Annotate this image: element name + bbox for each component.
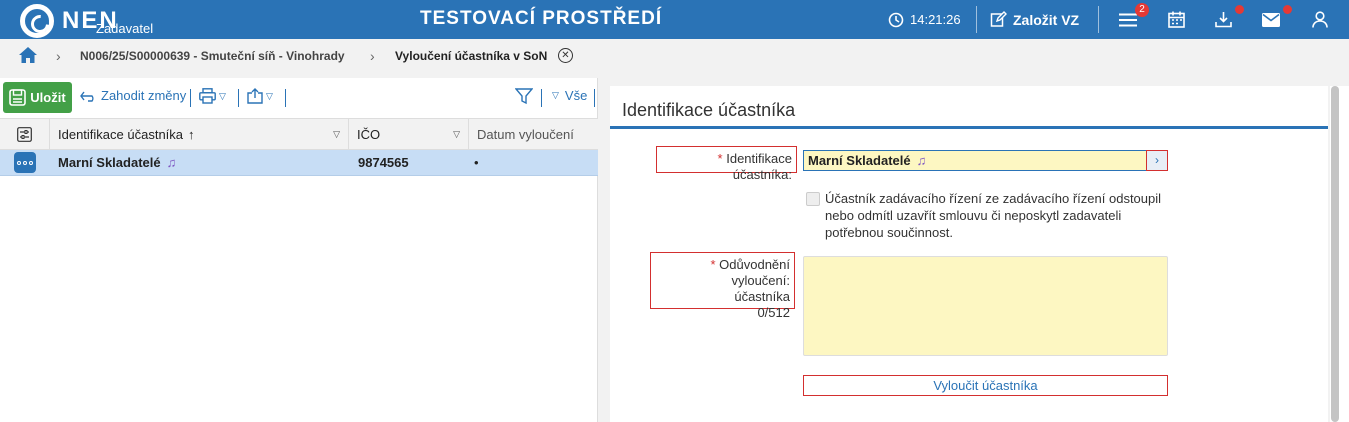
identification-value: Marní Skladatelé <box>808 153 911 168</box>
column-settings-button[interactable] <box>0 119 50 150</box>
reason-label-line1: Odůvodnění vyloučení: <box>719 257 790 288</box>
participant-identification-field[interactable]: Marní Skladatelé ♫ <box>803 150 1168 171</box>
settings-sliders-icon <box>17 127 32 142</box>
withdrew-checkbox-label: Účastník zadávacího řízení ze zadávacího… <box>825 191 1162 240</box>
user-icon <box>1312 11 1328 28</box>
breadcrumb: › N006/25/S00000639 - Smuteční síň - Vin… <box>0 39 1349 72</box>
separator <box>190 89 191 107</box>
breadcrumb-procedure-link[interactable]: N006/25/S00000639 - Smuteční síň - Vinoh… <box>80 49 345 63</box>
home-button[interactable] <box>19 47 37 66</box>
column-filter-icon[interactable]: ▽ <box>333 129 340 140</box>
filter-all-label: Vše <box>564 88 588 103</box>
user-button[interactable] <box>1310 0 1330 39</box>
filter-button[interactable] <box>515 88 533 105</box>
chevron-right-icon: › <box>56 48 61 64</box>
participant-name: Marní Skladatelé <box>58 155 161 170</box>
column-filter-icon[interactable]: ▽ <box>453 129 460 140</box>
discard-changes-button[interactable]: Zahodit změny <box>80 88 186 103</box>
filter-all-dropdown[interactable]: ▽ Vše <box>552 88 587 103</box>
separator <box>238 89 239 107</box>
scrollbar-thumb[interactable] <box>1331 86 1339 422</box>
caret-down-icon: ▽ <box>266 90 273 101</box>
table-row[interactable]: Marní Skladatelé ♫ 9874565 • <box>0 150 598 176</box>
download-notification-dot <box>1235 5 1244 14</box>
select-participant-button[interactable]: › <box>1146 150 1168 171</box>
separator <box>594 89 595 107</box>
mail-icon <box>1262 12 1280 27</box>
exclude-participant-button[interactable]: Vyloučit účastníka <box>803 375 1168 396</box>
new-contract-label: Založit VZ <box>1013 11 1080 28</box>
exclusion-reason-textarea[interactable] <box>803 256 1168 356</box>
messages-button[interactable] <box>1261 0 1281 39</box>
messages-notification-dot <box>1283 5 1292 14</box>
calendar-icon <box>1167 11 1185 28</box>
row-actions-button[interactable] <box>14 152 36 173</box>
identification-label: * Identifikace účastníka: <box>656 146 797 182</box>
export-menu-button[interactable]: ▽ <box>247 88 273 104</box>
column-header-ico[interactable]: IČO ▽ <box>349 119 469 150</box>
grid-header: Identifikace účastníka ↑ ▽ IČO ▽ Datum v… <box>0 118 598 150</box>
ico-cell: 9874565 <box>358 155 409 170</box>
title-underline <box>610 126 1328 129</box>
required-marker: * <box>710 257 716 272</box>
list-toolbar: Uložit Zahodit změny ▽ ▽ ▽ Vše <box>0 78 598 118</box>
column-header-identification[interactable]: Identifikace účastníka ↑ ▽ <box>50 119 349 150</box>
filter-icon <box>515 88 533 105</box>
caret-down-icon: ▽ <box>219 90 226 101</box>
required-marker: * <box>717 151 723 166</box>
reason-char-counter: 0/512 <box>757 305 790 320</box>
new-contract-button[interactable]: Založit VZ <box>990 0 1079 39</box>
breadcrumb-current: Vyloučení účastníka v SoN <box>395 49 548 63</box>
participant-list-panel: Uložit Zahodit změny ▽ ▽ ▽ Vše Identifik… <box>0 78 598 422</box>
environment-title: TESTOVACÍ PROSTŘEDÍ <box>420 8 663 29</box>
download-button[interactable] <box>1213 0 1233 39</box>
separator <box>976 6 977 33</box>
column-label: Identifikace účastníka <box>58 127 184 142</box>
home-icon <box>19 47 37 63</box>
chevron-right-icon: › <box>370 48 375 64</box>
nen-logo-icon <box>20 4 54 38</box>
participant-name-cell: Marní Skladatelé ♫ <box>58 150 176 175</box>
reason-label-line2: účastníka <box>734 289 790 304</box>
menu-badge: 2 <box>1135 3 1149 17</box>
music-note-icon: ♫ <box>916 153 927 168</box>
participant-detail-panel: Identifikace účastníka * Identifikace úč… <box>610 86 1328 422</box>
reason-label: * Odůvodnění vyloučení: účastníka 0/512 <box>650 252 795 320</box>
separator <box>541 89 542 107</box>
column-label: Datum vyloučení <box>477 127 574 142</box>
close-icon[interactable]: ✕ <box>558 48 573 63</box>
session-clock: 14:21:26 <box>888 0 961 39</box>
undo-icon <box>80 91 94 102</box>
export-icon <box>247 88 263 104</box>
logo-subtitle: Zadavatel <box>96 21 154 36</box>
separator <box>1098 6 1099 33</box>
column-header-exclusion-date[interactable]: Datum vyloučení <box>469 119 598 150</box>
discard-label: Zahodit změny <box>101 88 187 103</box>
separator <box>285 89 286 107</box>
save-label: Uložit <box>30 90 66 105</box>
caret-down-icon: ▽ <box>552 90 559 100</box>
calendar-button[interactable] <box>1166 0 1186 39</box>
clock-text: 14:21:26 <box>910 12 961 27</box>
edit-icon <box>990 11 1007 27</box>
exclusion-date-cell: • <box>474 155 479 170</box>
form-title: Identifikace účastníka <box>622 100 796 120</box>
music-note-icon: ♫ <box>166 155 177 170</box>
sort-ascending-icon: ↑ <box>188 127 195 142</box>
top-bar: NEN Zadavatel TESTOVACÍ PROSTŘEDÍ 14:21:… <box>0 0 1349 39</box>
menu-icon <box>1119 13 1137 26</box>
print-icon <box>199 88 216 104</box>
save-button[interactable]: Uložit <box>3 82 72 113</box>
print-menu-button[interactable]: ▽ <box>199 88 226 104</box>
column-label: IČO <box>357 127 381 142</box>
clock-icon <box>888 12 904 27</box>
identification-label-text: Identifikace účastníka: <box>726 151 792 182</box>
save-icon <box>9 89 27 106</box>
withdrew-checkbox[interactable] <box>806 192 820 206</box>
download-icon <box>1214 12 1232 28</box>
